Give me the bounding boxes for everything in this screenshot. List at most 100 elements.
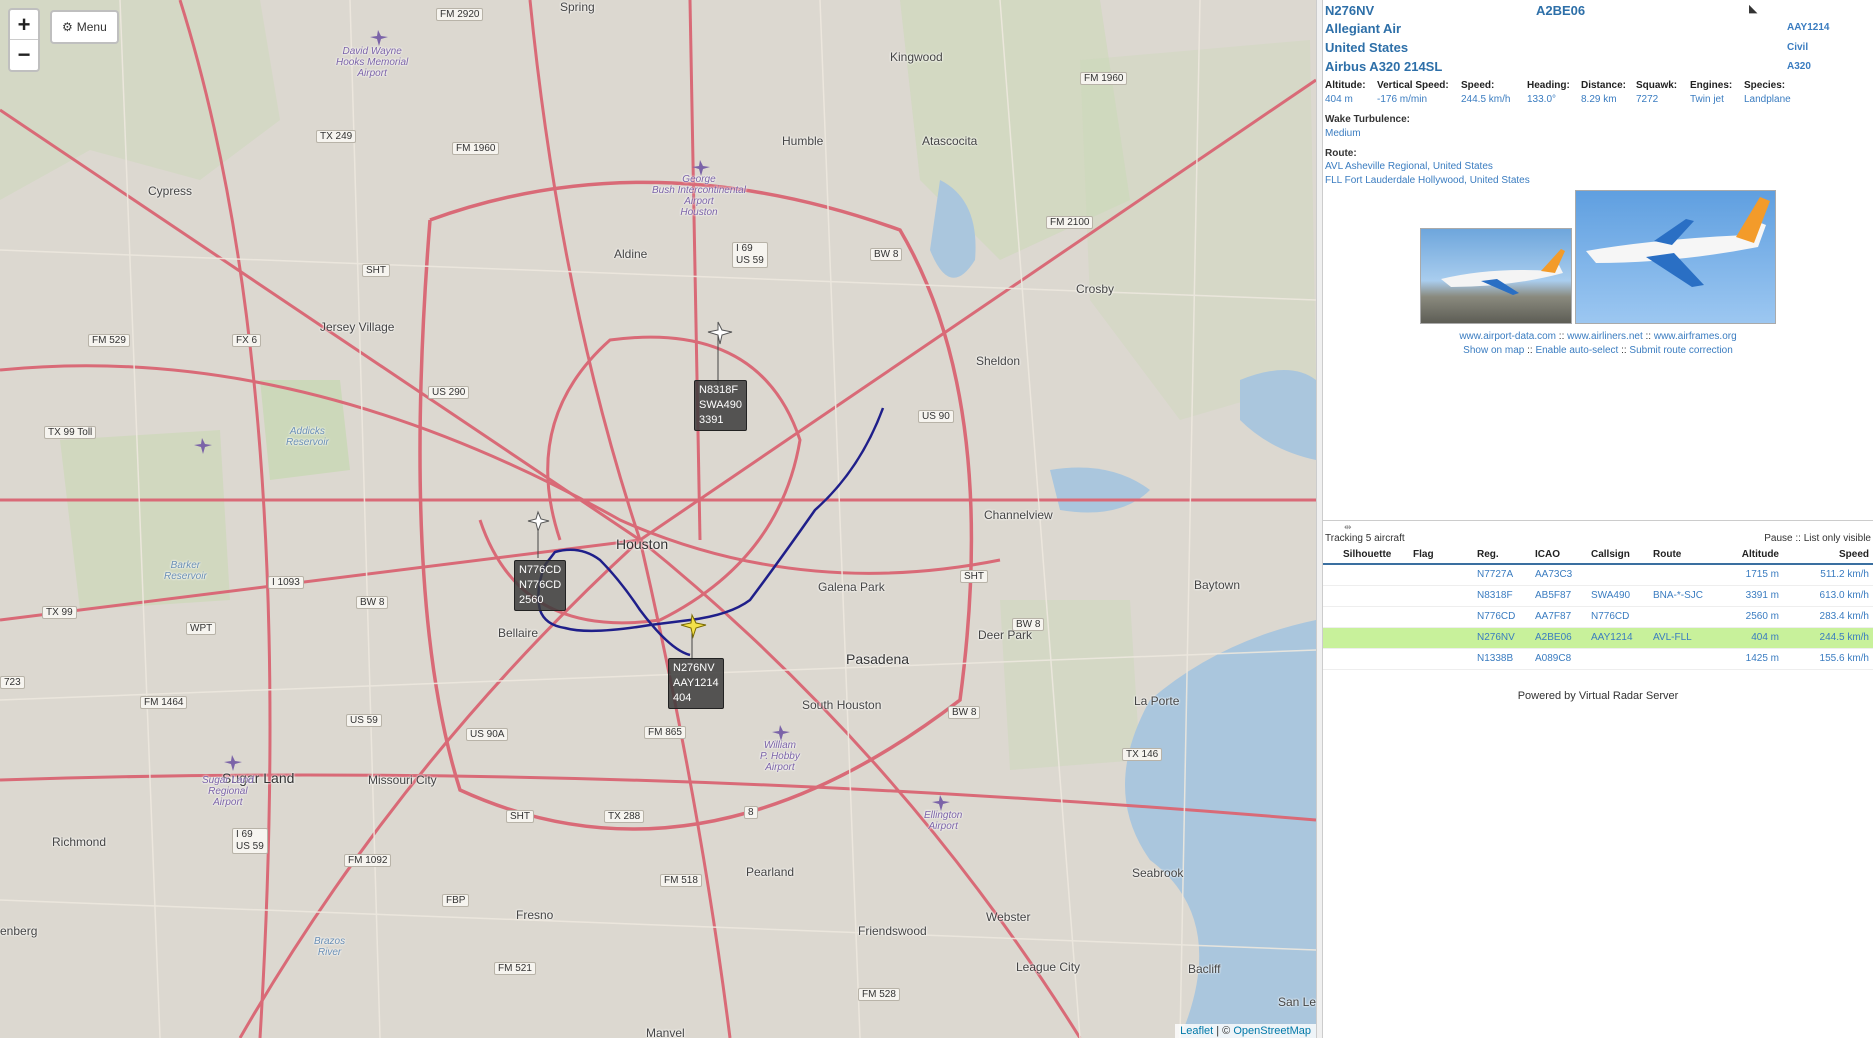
cell-speed: 244.5 km/h	[1783, 627, 1873, 649]
aircraft-label-n8318f[interactable]: N8318F SWA490 3391	[694, 380, 748, 431]
place-fresno: Fresno	[516, 908, 554, 922]
detail-operator-code: AAY1214	[1787, 22, 1830, 33]
cell-speed: 283.4 km/h	[1783, 606, 1873, 628]
table-row[interactable]: N1338B A089C8 1425 m 155.6 km/h	[1323, 648, 1873, 670]
airliners-link[interactable]: www.airliners.net	[1567, 331, 1643, 342]
resize-handle-icon[interactable]: ⇹	[1344, 522, 1352, 533]
place-san-leon: San Leo	[1278, 995, 1316, 1009]
cell-reg: N276NV	[1473, 627, 1531, 649]
col-speed[interactable]: Speed	[1783, 546, 1873, 565]
route-to[interactable]: FLL Fort Lauderdale Hollywood, United St…	[1325, 175, 1530, 186]
attribution-separator: | ©	[1213, 1025, 1234, 1037]
aircraft-label-callsign: N776CD	[519, 579, 562, 591]
stat-squawk: Squawk: 7272	[1636, 80, 1678, 105]
cell-icao: AA7F87	[1531, 606, 1587, 628]
place-league-city: League City	[1016, 960, 1081, 974]
cell-callsign	[1587, 648, 1649, 670]
pause-link[interactable]: Pause	[1764, 533, 1792, 544]
table-row[interactable]: N8318F AB5F87 SWA490 BNA-*-SJC 3391 m 613.0 k…	[1323, 585, 1873, 607]
col-route[interactable]: Route	[1649, 546, 1721, 565]
airport-sugar-land: Sugar Land Regional Airport	[202, 775, 254, 808]
zoom-in-button[interactable]: +	[10, 10, 38, 40]
stat-distance: Distance: 8.29 km	[1581, 80, 1627, 105]
cell-route: BNA-*-SJC	[1649, 585, 1721, 607]
cell-flag	[1409, 606, 1473, 628]
place-galena-park: Galena Park	[818, 580, 885, 594]
road-shield: FM 518	[660, 874, 702, 887]
stat-species: Species: Landplane	[1744, 80, 1791, 105]
airframes-link[interactable]: www.airframes.org	[1654, 331, 1737, 342]
road-shield: US 290	[428, 386, 470, 399]
table-row[interactable]: N7727A AA73C3 1715 m 511.2 km/h	[1323, 564, 1873, 586]
cell-callsign	[1587, 564, 1649, 586]
road-shield: FM 521	[494, 962, 536, 975]
route-from[interactable]: AVL Asheville Regional, United States	[1325, 161, 1493, 172]
road-shield: TX 288	[604, 810, 645, 823]
cell-reg: N7727A	[1473, 564, 1531, 586]
cell-silhouette	[1323, 564, 1409, 586]
map-attribution: Leaflet | © OpenStreetMap	[1175, 1024, 1316, 1038]
stat-speed: Speed: 244.5 km/h	[1461, 80, 1511, 105]
aircraft-label-n276nv[interactable]: N276NV AAY1214 404	[668, 658, 724, 709]
place-webster: Webster	[986, 910, 1031, 924]
col-flag[interactable]: Flag	[1409, 546, 1473, 565]
enable-auto-select-link[interactable]: Enable auto-select	[1535, 345, 1618, 356]
submit-route-correction-link[interactable]: Submit route correction	[1629, 345, 1732, 356]
col-icao[interactable]: ICAO	[1531, 546, 1587, 565]
cell-icao: AA73C3	[1531, 564, 1587, 586]
col-reg[interactable]: Reg.	[1473, 546, 1531, 565]
cell-altitude: 2560 m	[1721, 606, 1783, 628]
cell-altitude: 1715 m	[1721, 564, 1783, 586]
collapse-arrow-icon[interactable]: ◣	[1749, 2, 1757, 15]
zoom-out-button[interactable]: −	[10, 40, 38, 70]
place-aldine: Aldine	[614, 247, 648, 261]
cell-route: AVL-FLL	[1649, 627, 1721, 649]
col-callsign[interactable]: Callsign	[1587, 546, 1649, 565]
map-tiles	[0, 0, 1316, 1038]
road-shield: 723	[0, 676, 25, 689]
road-shield: SHT	[506, 810, 534, 823]
map[interactable]: Houston Pasadena Sugar Land Cypress Jers…	[0, 0, 1316, 1038]
place-richmond: Richmond	[52, 835, 107, 849]
stat-heading: Heading: 133.0°	[1527, 80, 1570, 105]
col-altitude[interactable]: Altitude	[1721, 546, 1783, 565]
list-only-visible-link[interactable]: List only visible	[1804, 533, 1871, 544]
table-row[interactable]: N776CD AA7F87 N776CD 2560 m 283.4 km/h	[1323, 606, 1873, 628]
stat-vertical-speed: Vertical Speed: -176 m/min	[1377, 80, 1449, 105]
aircraft-label-n776cd[interactable]: N776CD N776CD 2560	[514, 560, 567, 611]
cell-reg: N1338B	[1473, 648, 1531, 670]
aircraft-label-callsign: AAY1214	[673, 677, 719, 689]
cell-reg: N776CD	[1473, 606, 1531, 628]
road-shield: FBP	[442, 894, 470, 907]
wake-label: Wake Turbulence:	[1325, 114, 1411, 125]
road-shield: I 69 US 59	[732, 242, 768, 268]
road-shield: BW 8	[1012, 618, 1045, 631]
detail-icao: A2BE06	[1536, 3, 1586, 18]
road-shield: FM 1960	[1080, 72, 1128, 85]
panel-splitter[interactable]	[1316, 0, 1323, 1038]
col-silhouette[interactable]: Silhouette	[1323, 546, 1409, 565]
aircraft-photo-1[interactable]	[1420, 228, 1572, 324]
cell-altitude: 404 m	[1721, 627, 1783, 649]
show-on-map-link[interactable]: Show on map	[1463, 345, 1524, 356]
leaflet-link[interactable]: Leaflet	[1180, 1025, 1213, 1037]
cell-speed: 613.0 km/h	[1783, 585, 1873, 607]
road-shield: TX 99 Toll	[44, 426, 97, 439]
menu-button[interactable]: ⚙ Menu	[50, 10, 119, 44]
cell-silhouette	[1323, 627, 1409, 649]
osm-link[interactable]: OpenStreetMap	[1233, 1025, 1311, 1037]
aircraft-label-altitude: 2560	[519, 594, 544, 606]
aircraft-photo-2[interactable]	[1575, 190, 1776, 324]
road-shield: SHT	[362, 264, 390, 277]
detail-panel: N276NV A2BE06 ◣ Allegiant Air AAY1214 Un…	[1323, 0, 1873, 1038]
aircraft-label-callsign: SWA490	[699, 399, 743, 411]
road-shield: BW 8	[870, 248, 903, 261]
airport-data-link[interactable]: www.airport-data.com	[1459, 331, 1556, 342]
cell-route	[1649, 606, 1721, 628]
place-baytown: Baytown	[1194, 578, 1241, 592]
road-shield: FM 1092	[344, 854, 392, 867]
cell-speed: 155.6 km/h	[1783, 648, 1873, 670]
cell-altitude: 1425 m	[1721, 648, 1783, 670]
table-row[interactable]: N276NV A2BE06 AAY1214 AVL-FLL 404 m 244.5 km/…	[1323, 627, 1873, 649]
cell-altitude: 3391 m	[1721, 585, 1783, 607]
